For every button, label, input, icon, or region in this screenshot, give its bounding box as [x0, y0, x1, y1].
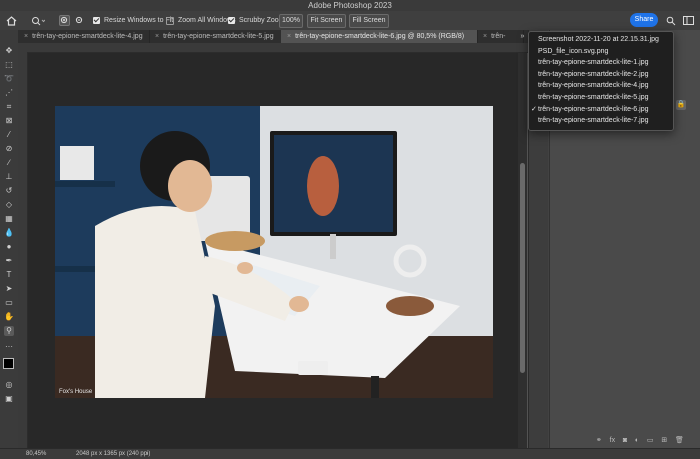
tab-document-4[interactable]: × trên-tay-epione-smartdeck-lite-4.jpg: [18, 30, 150, 43]
close-icon[interactable]: ×: [155, 33, 159, 40]
blur-tool-icon[interactable]: 💧: [4, 228, 14, 238]
lock-icon[interactable]: 🔒: [676, 100, 686, 110]
menu-item-document[interactable]: ✓trên-tay-epione-smartdeck-lite-5.jpg: [529, 92, 673, 104]
eraser-tool-icon[interactable]: ◇: [4, 200, 14, 210]
vertical-scrollbar[interactable]: [518, 53, 527, 448]
edit-toolbar-icon[interactable]: ···: [4, 342, 14, 352]
path-selection-tool-icon[interactable]: ➤: [4, 284, 14, 294]
move-tool-icon[interactable]: ✥: [4, 46, 14, 56]
close-icon[interactable]: ×: [483, 33, 487, 40]
resize-windows-checkbox[interactable]: Resize Windows to Fit: [93, 11, 173, 30]
history-brush-tool-icon[interactable]: ↺: [4, 186, 14, 196]
search-icon[interactable]: [666, 11, 676, 30]
rectangle-tool-icon[interactable]: ▭: [4, 298, 14, 308]
zoom-in-icon[interactable]: [59, 11, 70, 30]
hand-tool-icon[interactable]: ✋: [4, 312, 14, 322]
healing-brush-tool-icon[interactable]: ⊘: [4, 144, 14, 154]
document-image[interactable]: Fox's House: [55, 106, 493, 398]
layer-style-icon[interactable]: fx: [610, 437, 615, 444]
vertical-ruler: [18, 52, 28, 448]
close-icon[interactable]: ×: [24, 33, 28, 40]
checkbox-unchecked-icon: [166, 16, 174, 25]
fill-screen-button[interactable]: Fill Screen: [349, 14, 389, 28]
marquee-tool-icon[interactable]: ⬚: [4, 60, 14, 70]
workspace-icon[interactable]: [683, 11, 694, 30]
tab-document-5[interactable]: × trên-tay-epione-smartdeck-lite-5.jpg: [149, 30, 282, 43]
window-title: Adobe Photoshop 2023: [308, 1, 392, 10]
lasso-tool-icon[interactable]: ➰: [4, 74, 14, 84]
horizontal-ruler: [18, 43, 528, 53]
home-icon[interactable]: [6, 11, 17, 30]
zoom-tool-icon[interactable]: ⚲: [4, 326, 14, 336]
close-icon[interactable]: ×: [287, 33, 291, 40]
zoom-100-button[interactable]: 100%: [279, 14, 303, 28]
zoom-all-windows-checkbox[interactable]: Zoom All Windows: [166, 11, 236, 30]
checkbox-checked-icon: [228, 17, 235, 24]
link-layers-icon[interactable]: ⚭: [596, 437, 602, 444]
menu-item-document[interactable]: ✓Screenshot 2022-11-20 at 22.15.31.jpg: [529, 34, 673, 46]
menu-item-document[interactable]: ✓trên-tay-epione-smartdeck-lite-7.jpg: [529, 115, 673, 127]
brush-tool-icon[interactable]: ∕: [4, 158, 14, 168]
add-mask-icon[interactable]: ◙: [623, 437, 627, 444]
frame-tool-icon[interactable]: ⊠: [4, 116, 14, 126]
new-group-icon[interactable]: ▭: [647, 437, 654, 444]
zoom-tool-preset-icon[interactable]: [31, 11, 45, 30]
menu-item-document-active[interactable]: ✓ trên-tay-epione-smartdeck-lite-6.jpg: [529, 104, 673, 116]
scrollbar-thumb[interactable]: [520, 163, 525, 373]
document-tabs: × trên-tay-epione-smartdeck-lite-4.jpg × t…: [18, 30, 528, 44]
screen-mode-icon[interactable]: ▣: [4, 394, 14, 404]
fit-screen-button[interactable]: Fit Screen: [307, 14, 346, 28]
pen-tool-icon[interactable]: ✒: [4, 256, 14, 266]
share-button[interactable]: Share: [630, 13, 658, 27]
menu-item-document[interactable]: ✓trên-tay-epione-smartdeck-lite-1.jpg: [529, 57, 673, 69]
image-watermark: Fox's House: [59, 389, 93, 395]
delete-layer-icon[interactable]: 🗑: [675, 437, 684, 444]
menu-item-document[interactable]: ✓PSD_file_icon.svg.png: [529, 46, 673, 58]
tools-panel: ✥ ⬚ ➰ ⋰ ⌗ ⊠ ⁄ ⊘ ∕ ⊥ ↺ ◇ ▦ 💧 ● ✒ T ➤ ▭ ✋ …: [0, 30, 19, 448]
options-bar: Resize Windows to Fit Zoom All Windows S…: [0, 11, 700, 31]
gradient-tool-icon[interactable]: ▦: [4, 214, 14, 224]
window-document-menu: ✓Screenshot 2022-11-20 at 22.15.31.jpg ✓…: [528, 31, 674, 131]
quick-mask-icon[interactable]: ◎: [4, 380, 14, 390]
desk-photo: [55, 106, 493, 398]
checkmark-icon: ✓: [531, 105, 537, 113]
more-tabs-icon[interactable]: »: [517, 30, 528, 43]
foreground-color-swatch[interactable]: [3, 358, 14, 369]
adjustment-layer-icon[interactable]: ◐: [635, 437, 639, 444]
crop-tool-icon[interactable]: ⌗: [4, 102, 14, 112]
new-layer-icon[interactable]: ⊞: [661, 437, 667, 444]
eyedropper-tool-icon[interactable]: ⁄: [4, 130, 14, 140]
checkbox-checked-icon: [93, 17, 100, 24]
scrubby-zoom-checkbox[interactable]: Scrubby Zoom: [228, 11, 285, 30]
zoom-out-icon[interactable]: [74, 11, 85, 30]
menu-item-document[interactable]: ✓trên-tay-epione-smartdeck-lite-4.jpg: [529, 80, 673, 92]
tab-document-6[interactable]: × trên-tay-epione-smartdeck-lite-6.jpg @ …: [281, 30, 478, 43]
type-tool-icon[interactable]: T: [4, 270, 14, 280]
layer-panel-footer-icons: ⚭ fx ◙ ◐ ▭ ⊞ 🗑: [596, 436, 684, 444]
clone-stamp-tool-icon[interactable]: ⊥: [4, 172, 14, 182]
object-selection-tool-icon[interactable]: ⋰: [4, 88, 14, 98]
status-bar: 80,45% 2048 px x 1365 px (240 ppi) ›: [0, 448, 700, 459]
menu-item-document[interactable]: ✓trên-tay-epione-smartdeck-lite-2.jpg: [529, 69, 673, 81]
dodge-tool-icon[interactable]: ●: [4, 242, 14, 252]
